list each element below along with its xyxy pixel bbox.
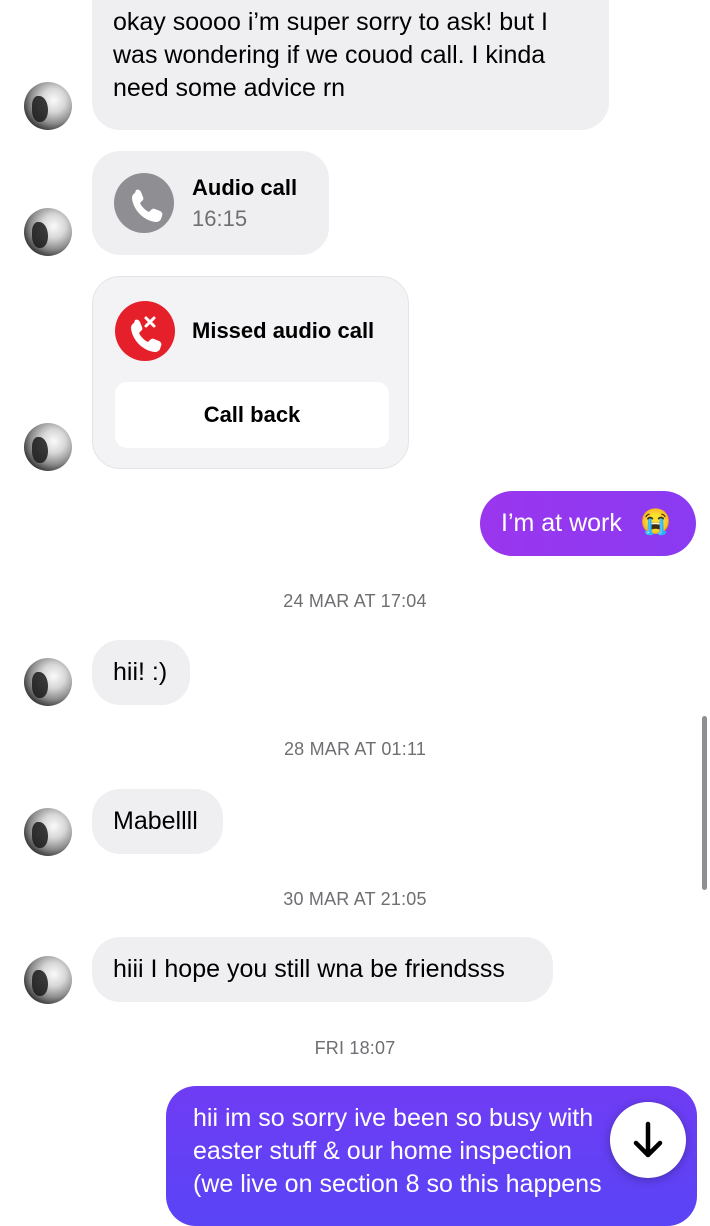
- timestamp: 24 MAR AT 17:04: [283, 591, 427, 611]
- message-text-line: hii im so sorry ive been so busy with: [193, 1104, 594, 1132]
- avatar[interactable]: [24, 423, 72, 471]
- call-back-button[interactable]: Call back: [115, 382, 389, 448]
- avatar[interactable]: [24, 956, 72, 1004]
- message-text: hiii I hope you still wna be friendsss: [113, 955, 505, 983]
- missed-call-icon: [115, 301, 175, 361]
- message-bubble[interactable]: Mabellll: [92, 789, 223, 854]
- message-text-line: need some advice rn: [113, 74, 346, 102]
- outgoing-message-bubble[interactable]: I’m at work 😭: [480, 491, 696, 556]
- arrow-down-icon: [633, 1121, 663, 1158]
- message-text: Mabellll: [113, 807, 198, 835]
- timestamp: 28 MAR AT 01:11: [283, 739, 427, 759]
- timestamp: FRI 18:07: [314, 1038, 396, 1058]
- timestamp: 30 MAR AT 21:05: [283, 889, 427, 909]
- crying-emoji-icon: 😭: [640, 508, 672, 536]
- message-text-line: easter stuff & our home inspection: [193, 1137, 572, 1165]
- missed-call-title: Missed audio call: [192, 318, 375, 343]
- avatar[interactable]: [24, 658, 72, 706]
- message-text-line: was wondering if we couod call. I kinda: [113, 41, 546, 69]
- avatar[interactable]: [24, 82, 72, 130]
- phone-icon: [114, 173, 174, 233]
- message-text-line: okay soooo i’m super sorry to ask! but I: [113, 8, 548, 36]
- call-time: 16:15: [192, 206, 248, 231]
- audio-call-card[interactable]: Audio call 16:15: [92, 151, 329, 255]
- call-back-label: Call back: [203, 402, 301, 427]
- avatar[interactable]: [24, 808, 72, 856]
- avatar[interactable]: [24, 208, 72, 256]
- message-bubble[interactable]: hii! :): [92, 640, 190, 705]
- scroll-to-bottom-button[interactable]: [610, 1102, 686, 1178]
- call-title: Audio call: [192, 175, 298, 200]
- message-text-line: (we live on section 8 so this happens: [193, 1170, 602, 1198]
- message-bubble[interactable]: hiii I hope you still wna be friendsss: [92, 937, 553, 1002]
- message-bubble[interactable]: okay soooo i’m super sorry to ask! but I…: [92, 0, 609, 130]
- scrollbar[interactable]: [702, 716, 707, 890]
- missed-call-card[interactable]: Missed audio call Call back: [92, 276, 409, 469]
- message-text: hii! :): [113, 658, 168, 686]
- message-text: I’m at work: [501, 509, 622, 537]
